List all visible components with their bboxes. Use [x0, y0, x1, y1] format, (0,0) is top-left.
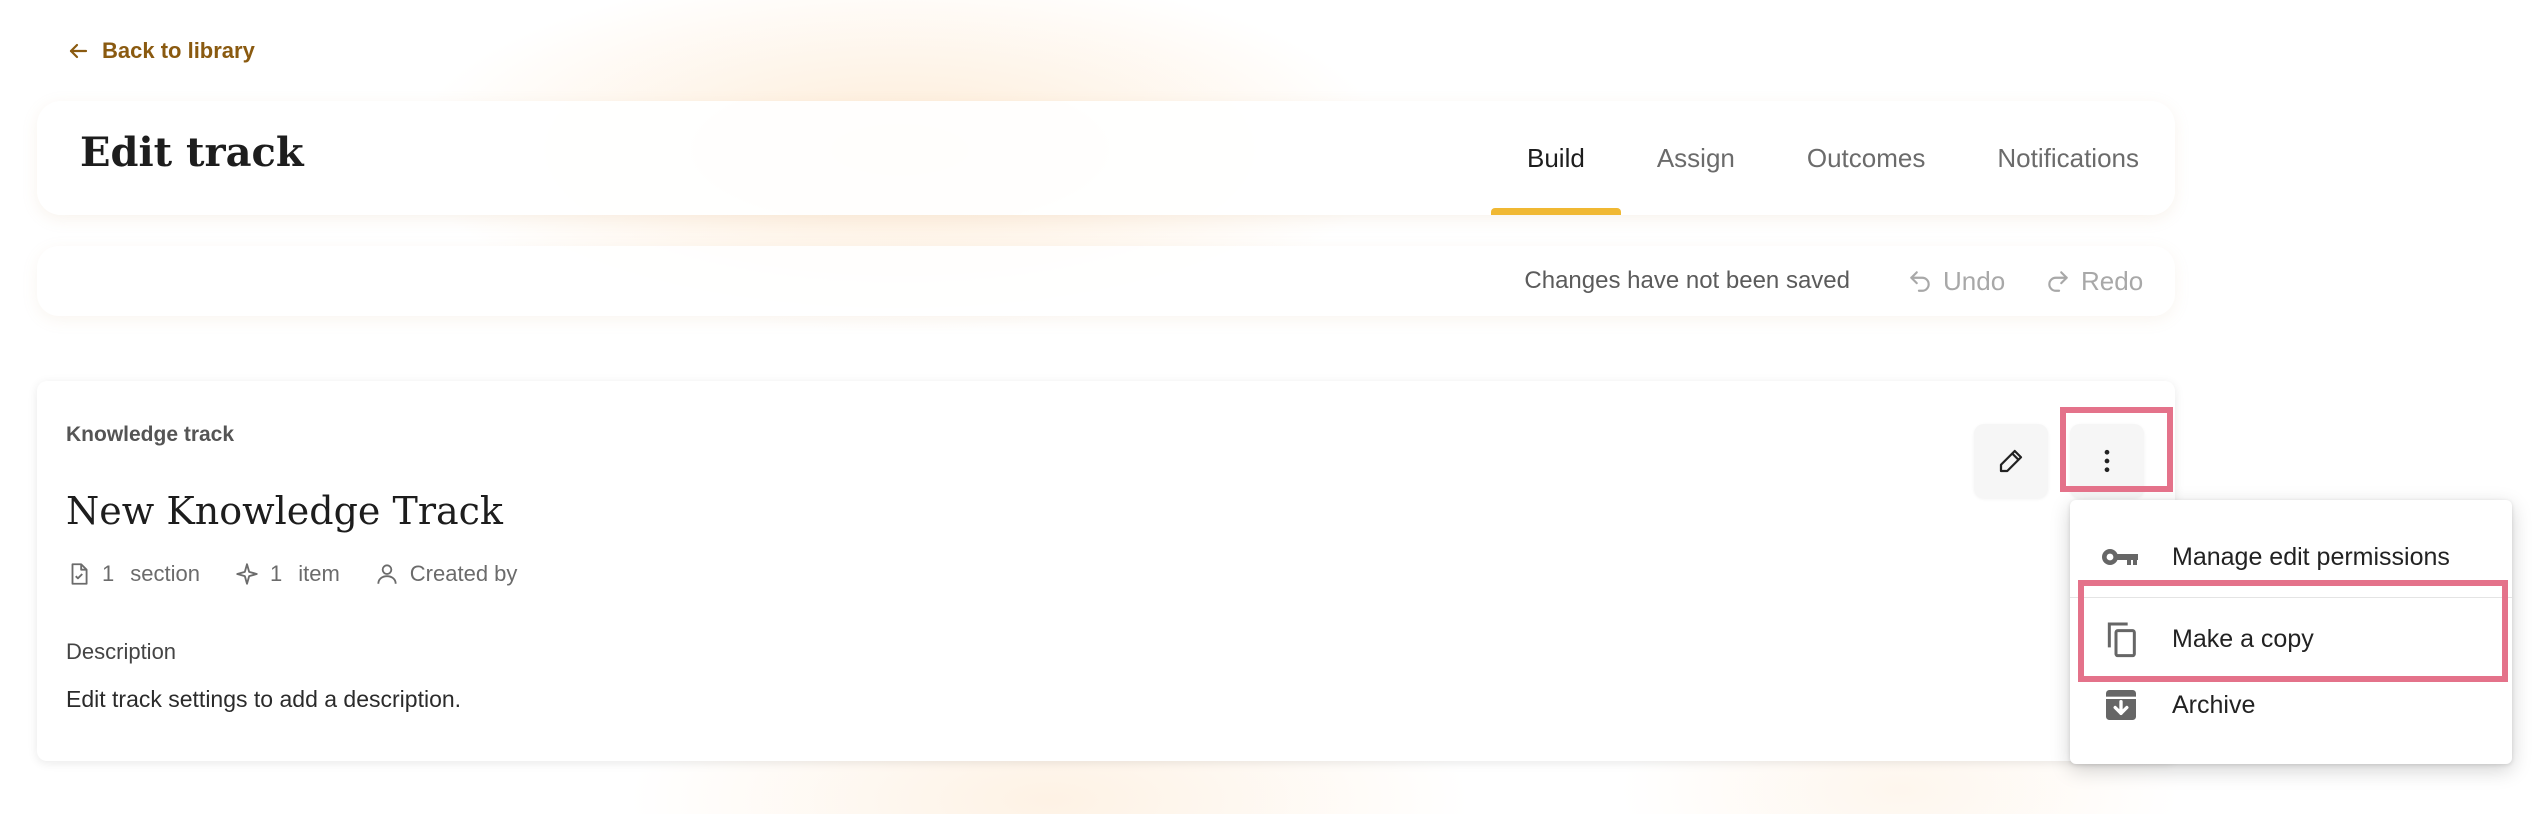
menu-item-label: Archive [2172, 690, 2256, 719]
undo-button[interactable]: Undo [1907, 246, 2005, 316]
user-icon [377, 564, 397, 584]
description-label: Description [66, 639, 177, 664]
tab-assign[interactable]: Assign [1621, 101, 1771, 215]
menu-item-archive[interactable]: Archive [2070, 672, 2512, 738]
page-title: Edit track [80, 129, 304, 176]
sparkle-icon [236, 563, 258, 585]
arrow-left-icon [69, 43, 88, 59]
section-count-value: 1 [102, 561, 115, 586]
redo-button[interactable]: Redo [2045, 246, 2143, 316]
undo-icon [1910, 271, 1930, 292]
save-status-text: Changes have not been saved [1524, 267, 1850, 294]
header-card: Edit track Build Assign Outcomes Notific… [37, 101, 2175, 215]
track-type-label: Knowledge track [66, 423, 235, 446]
track-title: New Knowledge Track [66, 489, 503, 533]
back-to-library-label: Back to library [102, 38, 255, 63]
more-options-button[interactable] [2070, 424, 2144, 498]
item-count: 1 item [234, 561, 340, 587]
track-meta: 1 section 1 item Created by [66, 561, 517, 587]
description-text: Edit track settings to add a description… [66, 686, 462, 712]
save-status-bar: Changes have not been saved Undo Redo [37, 246, 2175, 316]
created-by: Created by [374, 561, 518, 587]
more-vertical-icon [2104, 449, 2110, 473]
section-file-icon [71, 563, 88, 585]
edit-track-button[interactable] [1974, 424, 2048, 498]
pencil-icon [1999, 449, 2023, 473]
key-icon [2100, 536, 2142, 578]
item-count-label: item [298, 561, 340, 586]
tab-outcomes[interactable]: Outcomes [1771, 101, 1962, 215]
menu-item-label: Manage edit permissions [2172, 542, 2450, 571]
undo-label: Undo [1943, 265, 2006, 296]
copy-icon [2100, 618, 2142, 660]
redo-icon [2048, 271, 2068, 292]
tab-notifications[interactable]: Notifications [1961, 101, 2175, 215]
redo-label: Redo [2081, 265, 2144, 296]
menu-item-label: Make a copy [2172, 624, 2314, 653]
created-by-label: Created by [409, 561, 518, 586]
menu-item-manage-edit-permissions[interactable]: Manage edit permissions [2070, 524, 2512, 590]
item-count-value: 1 [269, 561, 283, 586]
back-to-library-link[interactable]: Back to library [66, 34, 255, 68]
options-menu: Manage edit permissions Make a copy Arch… [2070, 500, 2512, 764]
archive-icon [2100, 684, 2142, 726]
tab-build[interactable]: Build [1491, 101, 1621, 215]
section-count: 1 section [66, 561, 200, 587]
tab-bar: Build Assign Outcomes Notifications [1491, 101, 2175, 215]
track-card: Knowledge track New Knowledge Track 1 se… [37, 381, 2175, 761]
menu-divider [2070, 597, 2512, 598]
menu-item-make-a-copy[interactable]: Make a copy [2070, 606, 2512, 672]
section-count-label: section [130, 561, 200, 586]
